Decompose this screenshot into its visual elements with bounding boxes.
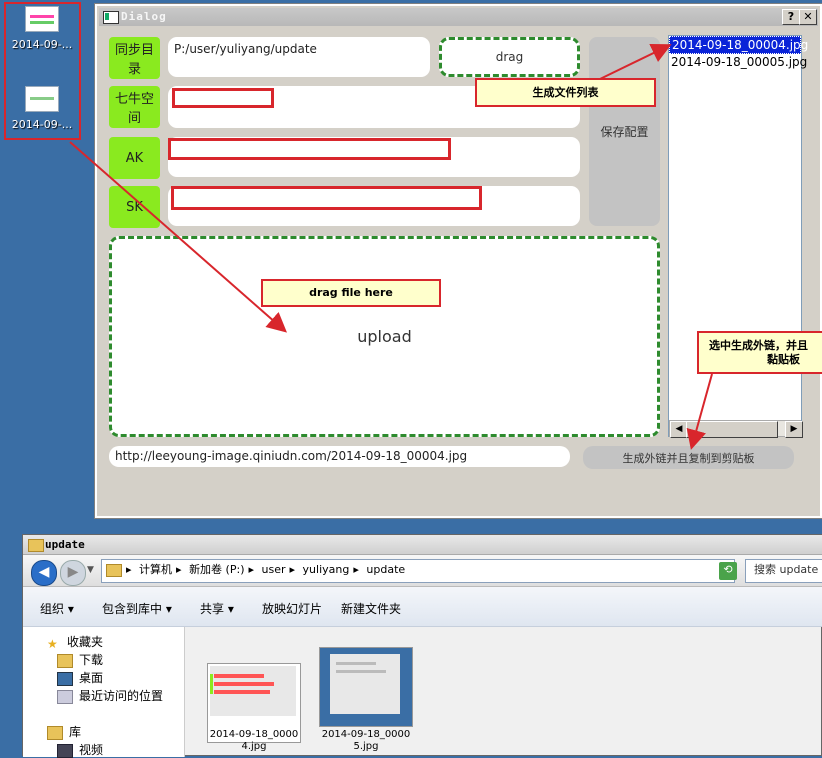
chevron-right-icon: ▸ (126, 563, 132, 576)
label-qiniu-space: 七牛空间 (109, 86, 160, 128)
ak-redacted (168, 138, 451, 160)
callout-select-line1: 选中生成外链，并且 (709, 339, 808, 352)
desktop-icon-2[interactable]: 2014-09-... (6, 86, 78, 131)
file-caption-2-line2: 5.jpg (353, 741, 379, 752)
chevron-right-icon: ▸ (176, 563, 182, 576)
organize-button[interactable]: 组织 ▾ (40, 600, 74, 617)
forward-button[interactable]: ▶ (60, 560, 86, 586)
folder-icon (28, 539, 44, 552)
file-caption-2-line1: 2014-09-18_0000 (321, 729, 411, 740)
dialog-title: Dialog (121, 10, 167, 23)
upload-drop-area[interactable]: upload (109, 236, 660, 437)
navigation-pane: ★ 收藏夹 下载 桌面 最近访问的位置 库 视频 (23, 627, 185, 758)
nav-favorites[interactable]: ★ 收藏夹 (47, 633, 104, 651)
nav-desktop-label: 桌面 (79, 671, 104, 685)
scroll-right-icon[interactable]: ▶ (785, 421, 803, 438)
file-list-hscrollbar[interactable]: ◀ ▶ (669, 420, 803, 438)
breadcrumb-drive[interactable]: 新加卷 (P:) (189, 563, 244, 576)
explorer-titlebar[interactable]: update (23, 535, 822, 555)
explorer-command-bar: 组织 ▾ 包含到库中 ▾ 共享 ▾ 放映幻灯片 新建文件夹 (23, 587, 822, 627)
label-ak: AK (109, 137, 160, 179)
file-caption-1: 2014-09-18_0000 4.jpg (199, 729, 309, 753)
breadcrumb-computer[interactable]: 计算机 (139, 563, 172, 576)
close-button[interactable]: ✕ (799, 9, 817, 25)
callout-select-line2: 黏贴板 (767, 353, 800, 366)
nav-videos-label: 视频 (79, 743, 104, 757)
callout-drag-file-text: drag file here (309, 286, 393, 299)
sync-dir-field[interactable]: P:/user/yuliyang/update (168, 37, 430, 77)
help-button[interactable]: ? (782, 9, 800, 25)
search-input[interactable]: 搜索 update (745, 559, 822, 583)
file-list-item[interactable]: 2014-09-18_00004.jpg (669, 36, 808, 54)
folder-icon (106, 564, 122, 577)
include-in-library-button[interactable]: 包含到库中 ▾ (102, 600, 172, 617)
breadcrumb-user[interactable]: user (262, 563, 286, 576)
explorer-title: update (45, 538, 85, 551)
scroll-thumb[interactable] (686, 421, 778, 438)
address-bar[interactable]: ▸ 计算机 ▸ 新加卷 (P:) ▸ user ▸ yuliyang ▸ update … (101, 559, 735, 583)
thumbnail-image (210, 666, 296, 716)
file-caption-1-line1: 2014-09-18_0000 (209, 729, 299, 740)
image-file-icon (25, 86, 59, 112)
file-list-item[interactable]: 2014-09-18_00005.jpg (669, 54, 807, 70)
callout-drag-file: drag file here (261, 279, 441, 307)
nav-downloads-label: 下载 (79, 653, 104, 667)
save-config-button[interactable]: 保存配置 (589, 37, 660, 226)
url-field[interactable]: http://leeyoung-image.qiniudn.com/2014-0… (109, 446, 570, 467)
desktop-icon-label: 2014-09-... (11, 38, 73, 51)
thumbnail-image (330, 654, 400, 714)
dialog-titlebar[interactable]: Dialog ? ✕ (99, 8, 818, 26)
breadcrumb-yuliyang[interactable]: yuliyang (303, 563, 350, 576)
new-folder-button[interactable]: 新建文件夹 (341, 600, 401, 617)
callout-file-list: 生成文件列表 (475, 78, 656, 107)
recent-places-icon (57, 689, 73, 704)
history-dropdown-icon[interactable]: ▼ (87, 565, 94, 575)
file-thumbnail-2[interactable] (319, 647, 413, 727)
label-sync-dir: 同步目录 (109, 37, 160, 79)
explorer-window: update ◀ ▶ ▼ ▸ 计算机 ▸ 新加卷 (P:) ▸ user ▸ yuli… (22, 534, 822, 758)
label-sk: SK (109, 186, 160, 228)
image-file-icon (25, 6, 59, 32)
star-icon: ★ (47, 636, 58, 651)
file-list[interactable]: 2014-09-18_00004.jpg 2014-09-18_00005.jp… (668, 35, 808, 438)
library-icon (47, 725, 63, 740)
nav-favorites-label: 收藏夹 (67, 635, 104, 649)
file-caption-2: 2014-09-18_0000 5.jpg (311, 729, 421, 753)
chevron-right-icon: ▸ (248, 563, 255, 576)
desktop-icon (57, 671, 73, 686)
nav-recent-label: 最近访问的位置 (79, 689, 164, 703)
copy-link-button[interactable]: 生成外链并且复制到剪贴板 (583, 446, 794, 469)
drag-area[interactable]: drag (439, 37, 580, 77)
desktop-icon-1[interactable]: 2014-09-... (6, 6, 78, 51)
back-button[interactable]: ◀ (31, 560, 57, 586)
slideshow-button[interactable]: 放映幻灯片 (262, 600, 322, 617)
nav-desktop[interactable]: 桌面 (57, 669, 103, 686)
file-caption-1-line2: 4.jpg (241, 741, 267, 752)
nav-libraries-label: 库 (69, 725, 82, 739)
breadcrumb-update[interactable]: update (366, 563, 405, 576)
nav-recent[interactable]: 最近访问的位置 (57, 687, 163, 704)
search-placeholder: 搜索 update (754, 563, 819, 576)
explorer-nav-bar: ◀ ▶ ▼ ▸ 计算机 ▸ 新加卷 (P:) ▸ user ▸ yuliyang ▸ u… (23, 555, 822, 587)
share-button[interactable]: 共享 ▾ (200, 600, 234, 617)
nav-libraries[interactable]: 库 (47, 723, 81, 740)
nav-downloads[interactable]: 下载 (57, 651, 103, 668)
video-icon (57, 743, 73, 758)
desktop-icon-label: 2014-09-... (11, 118, 73, 131)
sk-redacted (171, 186, 482, 210)
window-icon (103, 11, 119, 24)
chevron-right-icon: ▸ (289, 563, 296, 576)
chevron-right-icon: ▸ (353, 563, 359, 576)
qiniu-space-redacted (172, 88, 274, 108)
download-folder-icon (57, 653, 73, 668)
callout-select-link: 选中生成外链，并且 黏贴板 (697, 331, 822, 374)
nav-videos[interactable]: 视频 (57, 741, 103, 758)
upload-label: upload (357, 327, 412, 346)
refresh-button[interactable]: ⟲ (719, 562, 737, 580)
callout-file-list-text: 生成文件列表 (532, 86, 599, 99)
